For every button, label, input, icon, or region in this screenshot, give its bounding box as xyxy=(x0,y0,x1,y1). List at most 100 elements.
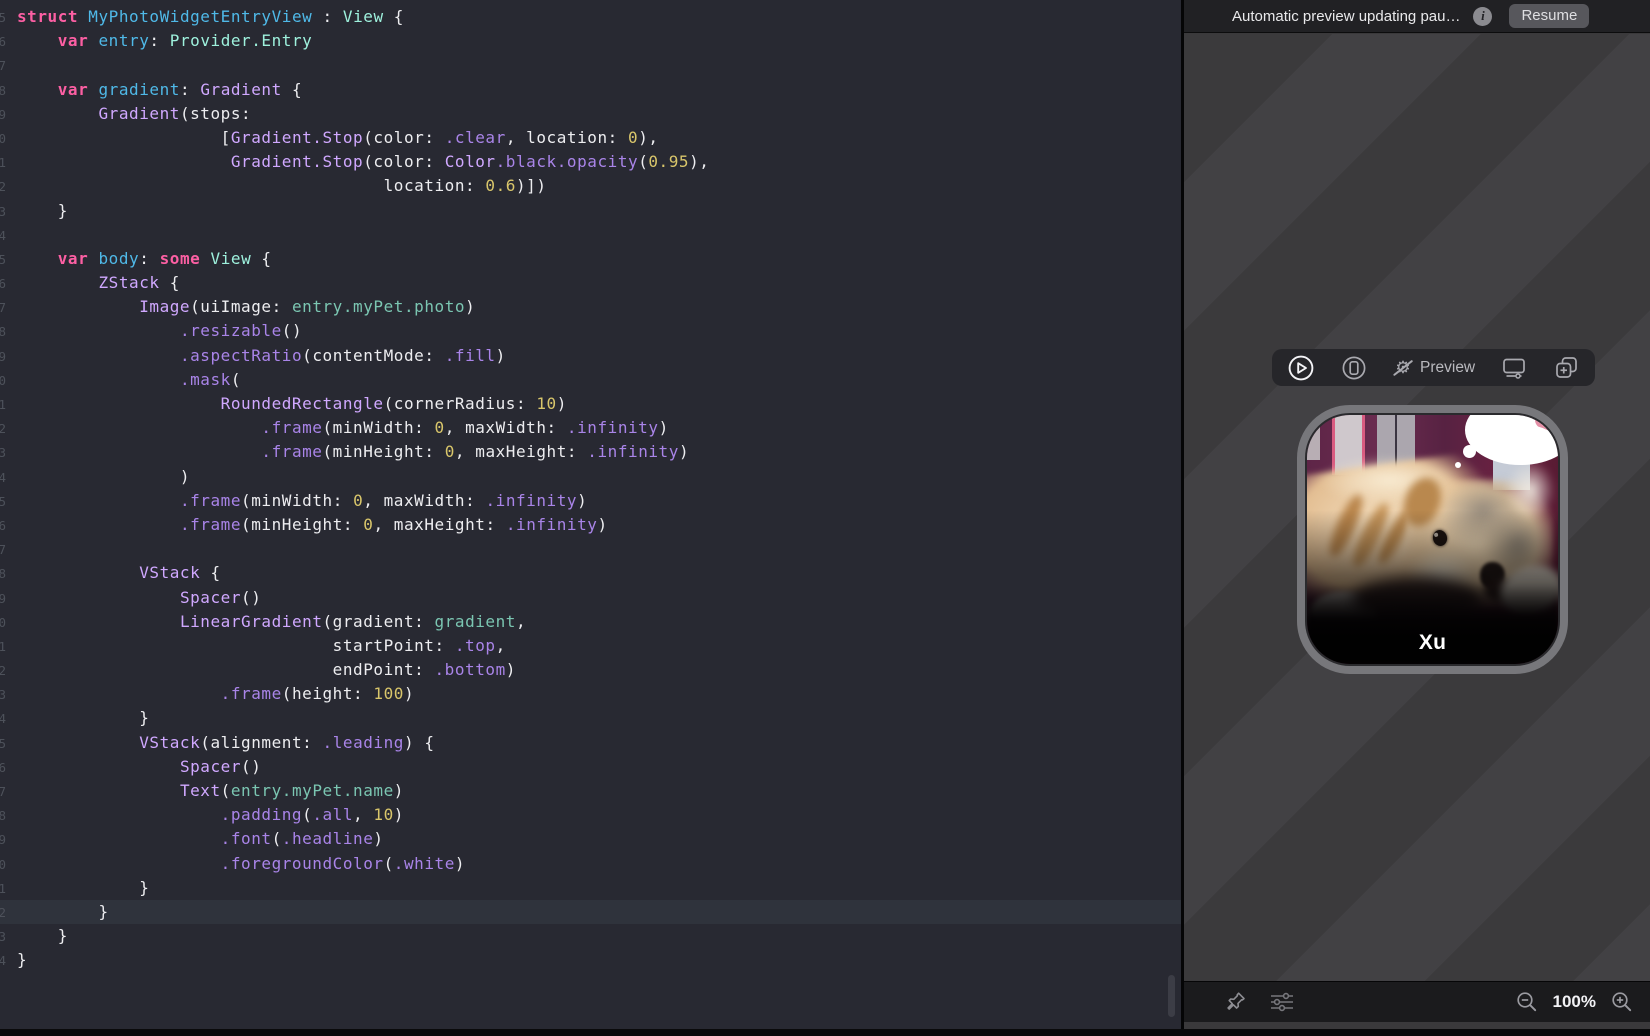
sliders-icon xyxy=(1271,992,1293,1012)
line-number-gutter: 55 xyxy=(0,10,6,25)
code-line[interactable]: 86 Spacer() xyxy=(0,755,1181,779)
line-number-gutter: 91 xyxy=(0,880,6,896)
code-line[interactable]: 84 } xyxy=(0,706,1181,730)
info-circle-icon[interactable]: i xyxy=(1473,6,1493,26)
line-number-gutter: 90 xyxy=(0,856,6,872)
editor-scrollbar[interactable] xyxy=(1168,975,1175,1017)
code-line[interactable]: 74 ) xyxy=(0,465,1181,489)
code-line[interactable]: 67 Image(uiImage: entry.myPet.photo) xyxy=(0,295,1181,319)
duplicate-preview-button[interactable] xyxy=(1553,354,1580,381)
code-line[interactable]: 94} xyxy=(0,948,1181,972)
code-line[interactable]: 75 .frame(minWidth: 0, maxWidth: .infini… xyxy=(0,489,1181,513)
preview-canvas-panel: Automatic preview updating pau… i Resume xyxy=(1184,0,1650,1029)
code-line[interactable]: 63 } xyxy=(0,199,1181,223)
line-number-gutter: 60 xyxy=(0,130,6,146)
preview-options-button[interactable] xyxy=(1267,990,1297,1014)
line-number-gutter: 59 xyxy=(0,106,6,122)
line-number-gutter: 66 xyxy=(0,276,6,292)
line-number-gutter: 63 xyxy=(0,203,6,219)
source-editor[interactable]: 55struct MyPhotoWidgetEntryView : View {… xyxy=(0,0,1181,1029)
line-number-gutter: 87 xyxy=(0,784,6,799)
code-line[interactable]: 57 xyxy=(0,53,1181,77)
line-number-gutter: 85 xyxy=(0,735,6,751)
code-line[interactable]: 59 Gradient(stops: xyxy=(0,102,1181,126)
code-line[interactable]: 69 .aspectRatio(contentMode: .fill) xyxy=(0,344,1181,368)
line-number-gutter: 72 xyxy=(0,421,6,437)
code-line[interactable]: 64 xyxy=(0,223,1181,247)
code-line[interactable]: 70 .mask( xyxy=(0,368,1181,392)
line-number-gutter: 73 xyxy=(0,445,6,461)
code-line[interactable]: 89 .font(.headline) xyxy=(0,827,1181,851)
code-line[interactable]: 68 .resizable() xyxy=(0,319,1181,343)
code-line[interactable]: 90 .foregroundColor(.white) xyxy=(0,852,1181,876)
code-line[interactable]: 85 VStack(alignment: .leading) { xyxy=(0,731,1181,755)
code-line[interactable]: 61 Gradient.Stop(color: Color.black.opac… xyxy=(0,150,1181,174)
pet-name-label: Xu xyxy=(1418,631,1447,654)
pet-photo: Xu xyxy=(1307,415,1558,664)
code-line[interactable]: 88 .padding(.all, 10) xyxy=(0,803,1181,827)
code-line[interactable]: 65 var body: some View { xyxy=(0,247,1181,271)
code-line[interactable]: 71 RoundedRectangle(cornerRadius: 10) xyxy=(0,392,1181,416)
code-line[interactable]: 92 } xyxy=(0,899,1181,925)
line-number-gutter: 92 xyxy=(0,904,6,920)
code-line[interactable]: 55struct MyPhotoWidgetEntryView : View { xyxy=(0,5,1181,29)
line-number-gutter: 83 xyxy=(0,687,6,703)
code-line[interactable]: 72 .frame(minWidth: 0, maxWidth: .infini… xyxy=(0,416,1181,440)
code-line[interactable]: 76 .frame(minHeight: 0, maxHeight: .infi… xyxy=(0,513,1181,537)
code-line[interactable]: 87 Text(entry.myPet.name) xyxy=(0,779,1181,803)
line-number-gutter: 69 xyxy=(0,348,6,364)
gear-slash-icon: ⚙ xyxy=(1393,358,1413,378)
code-line[interactable]: 62 location: 0.6)]) xyxy=(0,174,1181,198)
thought-bubble xyxy=(1495,424,1556,460)
resume-button[interactable]: Resume xyxy=(1509,4,1590,28)
zoom-in-magnifier-icon xyxy=(1612,992,1632,1012)
line-number-gutter: 61 xyxy=(0,155,6,171)
code-line[interactable]: 93 } xyxy=(0,924,1181,948)
thought-bubble-dot xyxy=(1462,444,1476,458)
code-line[interactable]: 58 var gradient: Gradient { xyxy=(0,78,1181,102)
line-number-gutter: 65 xyxy=(0,251,6,267)
zoom-in-button[interactable] xyxy=(1610,990,1634,1014)
window-bottom-edge xyxy=(0,1029,1650,1036)
line-number-gutter: 77 xyxy=(0,542,6,558)
selectable-mode-button[interactable]: ⚙ Preview xyxy=(1393,358,1475,378)
preview-toolbar: ⚙ Preview xyxy=(1272,349,1595,386)
code-line[interactable]: 78 VStack { xyxy=(0,561,1181,585)
line-number-gutter: 86 xyxy=(0,759,6,775)
line-number-gutter: 82 xyxy=(0,663,6,679)
live-preview-button[interactable] xyxy=(1287,354,1315,382)
line-number-gutter: 57 xyxy=(0,58,6,74)
device-preview-icon xyxy=(1342,356,1366,379)
code-line[interactable]: 66 ZStack { xyxy=(0,271,1181,295)
zoom-out-button[interactable] xyxy=(1515,990,1539,1014)
code-line[interactable]: 80 LinearGradient(gradient: gradient, xyxy=(0,610,1181,634)
code-area[interactable]: 55struct MyPhotoWidgetEntryView : View {… xyxy=(0,5,1181,973)
xcode-window: 55struct MyPhotoWidgetEntryView : View {… xyxy=(0,0,1650,1036)
line-number-gutter: 79 xyxy=(0,590,6,606)
line-number-gutter: 56 xyxy=(0,34,6,50)
code-line[interactable]: 82 endPoint: .bottom) xyxy=(0,658,1181,682)
code-line[interactable]: 60 [Gradient.Stop(color: .clear, locatio… xyxy=(0,126,1181,150)
code-line[interactable]: 91 } xyxy=(0,876,1181,900)
preview-status-header: Automatic preview updating pau… i Resume xyxy=(1184,0,1650,33)
zoom-level-label[interactable]: 100% xyxy=(1553,992,1596,1012)
line-number-gutter: 70 xyxy=(0,372,6,388)
code-line[interactable]: 81 startPoint: .top, xyxy=(0,634,1181,658)
code-line[interactable]: 77 xyxy=(0,537,1181,561)
code-line[interactable]: 83 .frame(height: 100) xyxy=(0,682,1181,706)
line-number-gutter: 64 xyxy=(0,227,6,243)
pin-preview-button[interactable] xyxy=(1224,990,1248,1014)
preview-paused-message: Automatic preview updating pau… xyxy=(1232,7,1461,25)
preview-canvas: ⚙ Preview Xu xyxy=(1184,34,1650,988)
code-line[interactable]: 56 var entry: Provider.Entry xyxy=(0,29,1181,53)
preview-on-device-button[interactable] xyxy=(1341,355,1367,381)
code-line[interactable]: 73 .frame(minHeight: 0, maxHeight: .infi… xyxy=(0,440,1181,464)
line-number-gutter: 67 xyxy=(0,300,6,316)
line-number-gutter: 71 xyxy=(0,397,6,412)
line-number-gutter: 75 xyxy=(0,493,6,509)
preview-on-display-button[interactable] xyxy=(1501,355,1527,381)
code-line[interactable]: 79 Spacer() xyxy=(0,586,1181,610)
line-number-gutter: 76 xyxy=(0,517,6,533)
line-number-gutter: 78 xyxy=(0,566,6,582)
widget-preview[interactable]: Xu xyxy=(1297,405,1568,674)
